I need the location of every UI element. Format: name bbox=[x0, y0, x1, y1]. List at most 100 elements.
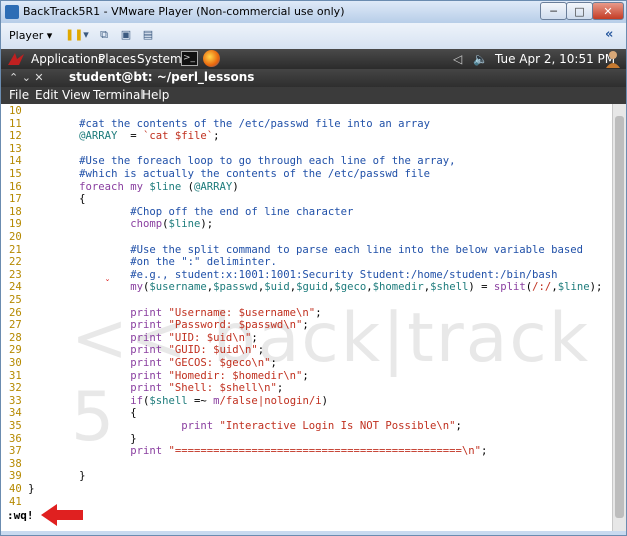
network-icon[interactable]: ◁ bbox=[453, 52, 462, 66]
vim-command-line[interactable]: :wq! bbox=[7, 509, 34, 522]
code-line[interactable]: 25 bbox=[9, 294, 28, 307]
minimize-button[interactable]: ─ bbox=[540, 2, 567, 20]
terminal-content[interactable]: << back|track 5 10 11 #cat the contents … bbox=[1, 104, 612, 531]
code-line[interactable]: 33 if($shell =~ m/false|nologin/i) bbox=[9, 395, 328, 408]
line-number: 31 bbox=[9, 369, 22, 382]
line-number: 38 bbox=[9, 457, 22, 470]
code-line[interactable]: 14 #Use the foreach loop to go through e… bbox=[9, 155, 455, 168]
line-number: 19 bbox=[9, 218, 22, 231]
fullscreen-icon[interactable]: ▣ bbox=[119, 28, 133, 42]
code-line[interactable]: 31 print "Homedir: $homedir\n"; bbox=[9, 370, 309, 383]
places-menu[interactable]: Places bbox=[98, 52, 136, 66]
line-number: 13 bbox=[9, 142, 22, 155]
collapse-toolbar-icon[interactable]: « bbox=[605, 27, 613, 42]
code-line[interactable]: 35 print "Interactive Login Is NOT Possi… bbox=[9, 420, 462, 433]
window-title: BackTrack5R1 - VMware Player (Non-commer… bbox=[23, 5, 345, 18]
unity-icon[interactable]: ▤ bbox=[141, 28, 155, 42]
code-line[interactable]: 27 print "Password: $passwd\n"; bbox=[9, 319, 309, 332]
code-line[interactable]: 37 print "==============================… bbox=[9, 445, 487, 458]
terminal-menubar: File Edit View Terminal Help bbox=[1, 87, 626, 104]
line-number: 29 bbox=[9, 344, 22, 357]
code-line[interactable]: 19 chomp($line); bbox=[9, 218, 213, 231]
backtrack-dragon-icon[interactable] bbox=[7, 51, 25, 67]
line-number: 22 bbox=[9, 256, 22, 269]
code-line[interactable]: 22 #on the ":" deliminter. bbox=[9, 256, 277, 269]
network-devices-icon[interactable]: ⧉ bbox=[97, 28, 111, 42]
code-line[interactable]: 41 bbox=[9, 496, 28, 509]
line-number: 10 bbox=[9, 105, 22, 117]
vmware-app-icon bbox=[5, 5, 19, 19]
menu-view[interactable]: View bbox=[62, 88, 90, 102]
firefox-launcher-icon[interactable] bbox=[203, 50, 220, 67]
code-line[interactable]: 28 print "UID: $uid\n"; bbox=[9, 332, 258, 345]
chevron-down-icon[interactable]: ▾ bbox=[79, 28, 93, 42]
line-number: 25 bbox=[9, 294, 22, 306]
red-cursor-mark: ˇ bbox=[105, 279, 110, 290]
code-line[interactable]: 20 bbox=[9, 231, 28, 244]
code-line[interactable]: 16 foreach my $line (@ARRAY) bbox=[9, 181, 239, 194]
system-menu[interactable]: System bbox=[137, 52, 182, 66]
terminal-window-controls[interactable]: ⌃ ⌄ ✕ bbox=[9, 71, 44, 84]
red-arrow-icon bbox=[41, 504, 83, 526]
panel-clock[interactable]: Tue Apr 2, 10:51 PM bbox=[495, 52, 615, 66]
code-line[interactable]: 21 #Use the split command to parse each … bbox=[9, 244, 583, 257]
menu-file[interactable]: File bbox=[9, 88, 29, 102]
terminal-launcher-icon[interactable]: >_ bbox=[181, 51, 198, 66]
line-number: 28 bbox=[9, 331, 22, 344]
code-line[interactable]: 17 { bbox=[9, 193, 86, 206]
code-line[interactable]: 40 } bbox=[9, 483, 35, 496]
line-number: 35 bbox=[9, 420, 22, 432]
code-line[interactable]: 10 bbox=[9, 105, 28, 118]
code-line[interactable]: 23 #e.g., student:x:1001:1001:Security S… bbox=[9, 269, 558, 282]
line-number: 32 bbox=[9, 382, 22, 395]
window-titlebar: BackTrack5R1 - VMware Player (Non-commer… bbox=[1, 1, 626, 23]
line-number: 18 bbox=[9, 205, 22, 218]
maximize-button[interactable]: □ bbox=[566, 2, 593, 20]
code-line[interactable]: 32 print "Shell: $shell\n"; bbox=[9, 382, 283, 395]
line-number: 12 bbox=[9, 130, 22, 143]
code-line[interactable]: 15 #which is actually the contents of th… bbox=[9, 168, 430, 181]
applications-menu[interactable]: Applications bbox=[31, 52, 104, 66]
scrollbar-thumb[interactable] bbox=[615, 116, 624, 518]
line-number: 30 bbox=[9, 357, 22, 369]
line-number: 15 bbox=[9, 168, 22, 180]
line-number: 23 bbox=[9, 268, 22, 281]
code-line[interactable]: 34 { bbox=[9, 407, 137, 420]
code-line[interactable]: 39 } bbox=[9, 470, 86, 483]
player-menu-button[interactable]: Player ▾ bbox=[9, 29, 52, 42]
menu-help[interactable]: Help bbox=[142, 88, 169, 102]
line-number: 33 bbox=[9, 394, 22, 407]
code-line[interactable]: 11 #cat the contents of the /etc/passwd … bbox=[9, 118, 430, 131]
menu-edit[interactable]: Edit bbox=[35, 88, 58, 102]
line-number: 14 bbox=[9, 155, 22, 168]
code-line[interactable]: 13 bbox=[9, 143, 28, 156]
gnome-top-panel: Applications Places System >_ ◁ 🔈 Tue Ap… bbox=[1, 49, 626, 69]
code-line[interactable]: 36 } bbox=[9, 433, 137, 446]
code-line[interactable]: 18 #Chop off the end of line character bbox=[9, 206, 353, 219]
line-number: 39 bbox=[9, 470, 22, 483]
line-number: 11 bbox=[9, 117, 22, 130]
line-number: 41 bbox=[9, 495, 22, 508]
menu-terminal[interactable]: Terminal bbox=[93, 88, 144, 102]
line-number: 36 bbox=[9, 432, 22, 445]
line-number: 17 bbox=[9, 193, 22, 206]
terminal-title: student@bt: ~/perl_lessons bbox=[69, 70, 255, 84]
line-number: 27 bbox=[9, 319, 22, 332]
user-icon[interactable] bbox=[605, 50, 621, 68]
code-line[interactable]: 26 print "Username: $username\n"; bbox=[9, 307, 322, 320]
code-line[interactable]: 29 print "GUID: $uid\n"; bbox=[9, 344, 264, 357]
terminal-scrollbar[interactable] bbox=[612, 104, 626, 531]
line-number: 24 bbox=[9, 281, 22, 294]
line-number: 20 bbox=[9, 231, 22, 243]
line-number: 37 bbox=[9, 445, 22, 458]
close-button[interactable]: ✕ bbox=[592, 2, 624, 20]
volume-icon[interactable]: 🔈 bbox=[473, 52, 488, 66]
pause-icon[interactable]: ❚❚ bbox=[65, 28, 83, 42]
code-line[interactable]: 38 bbox=[9, 458, 28, 471]
line-number: 26 bbox=[9, 306, 22, 319]
code-line[interactable]: 24 my($username,$passwd,$uid,$guid,$geco… bbox=[9, 281, 602, 294]
code-line[interactable]: 30 print "GECOS: $geco\n"; bbox=[9, 357, 277, 370]
vmware-window: BackTrack5R1 - VMware Player (Non-commer… bbox=[0, 0, 627, 536]
code-line[interactable]: 12 @ARRAY = `cat $file`; bbox=[9, 130, 220, 143]
line-number: 34 bbox=[9, 407, 22, 420]
